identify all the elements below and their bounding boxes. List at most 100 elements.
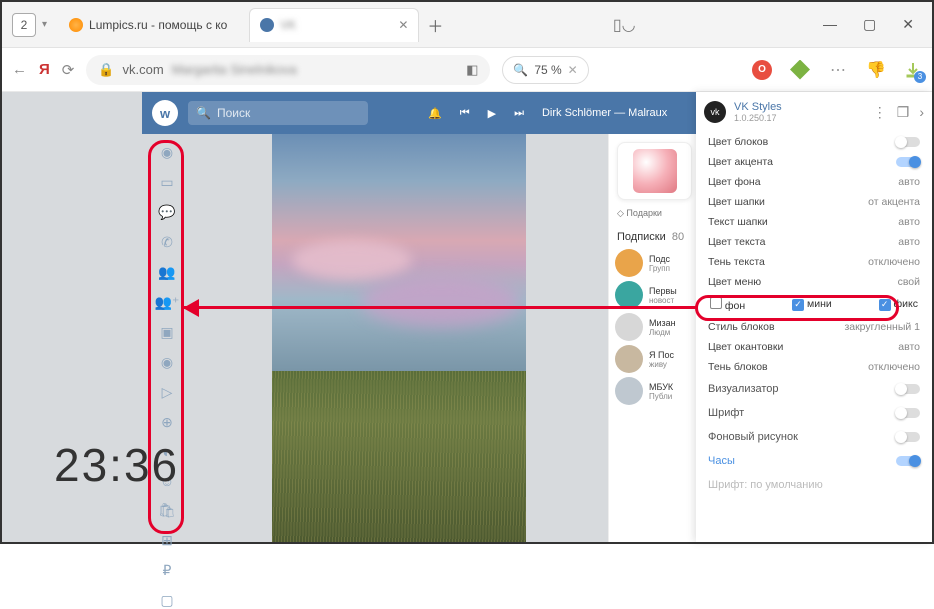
setting-border-color[interactable]: Цвет окантовкиавто (696, 337, 932, 357)
section-clock[interactable]: Часы (696, 449, 932, 473)
avatar (615, 377, 643, 405)
setting-text-shadow[interactable]: Тень текстаотключено (696, 252, 932, 272)
subscription-item[interactable]: Первыновост (615, 281, 694, 309)
reload-button[interactable]: ⟳ (62, 61, 75, 79)
vkstyles-logo-icon: vk (704, 101, 726, 123)
section-visualizer[interactable]: Визуализатор (696, 377, 932, 401)
search-placeholder: Поиск (217, 106, 250, 120)
downloads-badge: 3 (914, 71, 926, 83)
subscription-item[interactable]: Я Посживу (615, 345, 694, 373)
setting-header-color[interactable]: Цвет шапкиот акцента (696, 192, 932, 212)
window-controls: — ▢ ✕ (823, 16, 932, 33)
downloads-icon[interactable]: 3 (904, 61, 922, 79)
gift-card[interactable] (617, 142, 692, 200)
panel-copy-icon[interactable]: ❐ (897, 104, 910, 121)
favicon-lumpics (69, 18, 83, 32)
adblock-icon[interactable]: O (752, 60, 772, 80)
ext-badge: 1 (804, 73, 814, 83)
bookmarks-icon[interactable]: ▢ (160, 592, 173, 609)
panel-menu-icon[interactable]: ⋮ (873, 104, 887, 121)
url-box[interactable]: 🔒 vk.com Margarita Sinelnikova ◧ (86, 55, 490, 85)
tab-counter[interactable]: 2 (12, 13, 36, 37)
toggle[interactable] (896, 408, 920, 418)
url-text: vk.com (123, 62, 164, 77)
lock-icon: 🔒 (98, 62, 114, 78)
setting-block-color[interactable]: Цвет блоков (696, 132, 932, 152)
tab-title: Lumpics.ru - помощь с ко (89, 18, 227, 32)
gift-label[interactable]: ◇ Подарки (617, 208, 692, 219)
zoom-close-icon[interactable]: ✕ (568, 63, 578, 77)
panel-next-icon[interactable]: › (919, 104, 924, 121)
setting-menu-color[interactable]: Цвет менюсвой (696, 272, 932, 292)
gift-image (633, 149, 677, 193)
tab-title: VK (280, 18, 390, 32)
profile-cover-image (272, 134, 526, 542)
subscription-item[interactable]: ПодсГрупп (615, 249, 694, 277)
music-play-icon[interactable]: ▶ (488, 107, 496, 120)
new-tab-button[interactable]: ＋ (427, 13, 443, 37)
subscription-item[interactable]: МБУКПубли (615, 377, 694, 405)
tab-lumpics[interactable]: Lumpics.ru - помощь с ко (59, 8, 237, 42)
annotation-box-sidebar (148, 140, 184, 534)
vk-search-input[interactable]: 🔍 Поиск (188, 101, 368, 125)
vkpay-icon[interactable]: ₽ (163, 562, 172, 579)
close-button[interactable]: ✕ (902, 16, 914, 33)
url-path: Margarita Sinelnikova (172, 62, 458, 77)
panel-title: VK Styles (734, 101, 782, 113)
extensions-menu-icon[interactable]: ⋯ (828, 60, 848, 80)
setting-bg-color[interactable]: Цвет фонаавто (696, 172, 932, 192)
avatar (615, 249, 643, 277)
panel-version: 1.0.250.17 (734, 113, 782, 123)
toggle[interactable] (896, 384, 920, 394)
vk-logo-icon[interactable]: w (152, 100, 178, 126)
toggle[interactable] (896, 456, 920, 466)
sub-name: ПодсГрупп (649, 254, 670, 273)
minimize-button[interactable]: — (823, 16, 837, 33)
sub-name: МизанЛюдм (649, 318, 676, 337)
subscriptions-header[interactable]: Подписки 80 (617, 231, 700, 243)
sub-name: Первыновост (649, 286, 677, 305)
music-controls: 🔔 ⏮ ▶ ⏭ Dirk Schlömer — Malraux (428, 107, 667, 120)
favicon-vk (260, 18, 274, 32)
zoom-indicator[interactable]: 🔍 75 % ✕ (502, 56, 588, 84)
panel-header: vk VK Styles 1.0.250.17 ⋮ ❐ › (696, 92, 932, 132)
annotation-box-checks (695, 295, 899, 321)
setting-header-text[interactable]: Текст шапкиавто (696, 212, 932, 232)
browser-titlebar: 2 ▾ Lumpics.ru - помощь с ко VK ✕ ＋ ▯◡ —… (2, 2, 932, 48)
notifications-icon[interactable]: 🔔 (428, 107, 442, 120)
vk-right-column: ◇ Подарки Подписки 80 ПодсГрупп Первыново… (608, 134, 700, 542)
annotation-arrow-head (183, 299, 199, 317)
toggle[interactable] (896, 157, 920, 167)
back-button[interactable]: ← (12, 61, 27, 78)
section-font-default[interactable]: Шрифт: по умолчанию (696, 473, 932, 497)
services-icon[interactable]: ⊞ (161, 532, 173, 549)
setting-text-color[interactable]: Цвет текстаавто (696, 232, 932, 252)
maximize-button[interactable]: ▢ (863, 16, 876, 33)
music-next-icon[interactable]: ⏭ (514, 107, 524, 120)
close-icon[interactable]: ✕ (398, 18, 408, 32)
avatar (615, 313, 643, 341)
setting-accent-color[interactable]: Цвет акцента (696, 152, 932, 172)
yandex-home-icon[interactable]: Я (39, 61, 50, 78)
avatar (615, 345, 643, 373)
toggle[interactable] (896, 432, 920, 442)
extensions-tray: O 1 ⋯ 👎 3 (752, 60, 922, 80)
setting-block-shadow[interactable]: Тень блоковотключено (696, 357, 932, 377)
toggle[interactable] (896, 137, 920, 147)
bookmark-icon[interactable]: ◧ (466, 62, 478, 78)
music-prev-icon[interactable]: ⏮ (460, 107, 470, 120)
search-icon: 🔍 (196, 106, 211, 120)
avatar (615, 281, 643, 309)
subscription-item[interactable]: МизанЛюдм (615, 313, 694, 341)
readlist-icon[interactable]: ▯◡ (613, 15, 636, 35)
now-playing[interactable]: Dirk Schlömer — Malraux (542, 107, 667, 119)
section-bg-image[interactable]: Фоновый рисунок (696, 425, 932, 449)
annotation-arrow-line (184, 306, 696, 309)
shield-ext-icon[interactable]: 1 (790, 60, 810, 80)
feedback-icon[interactable]: 👎 (866, 60, 886, 80)
tab-vk[interactable]: VK ✕ (249, 8, 419, 42)
sub-name: Я Посживу (649, 350, 674, 369)
section-font[interactable]: Шрифт (696, 401, 932, 425)
tab-dropdown-icon[interactable]: ▾ (42, 19, 47, 30)
address-bar: ← Я ⟳ 🔒 vk.com Margarita Sinelnikova ◧ 🔍… (2, 48, 932, 92)
